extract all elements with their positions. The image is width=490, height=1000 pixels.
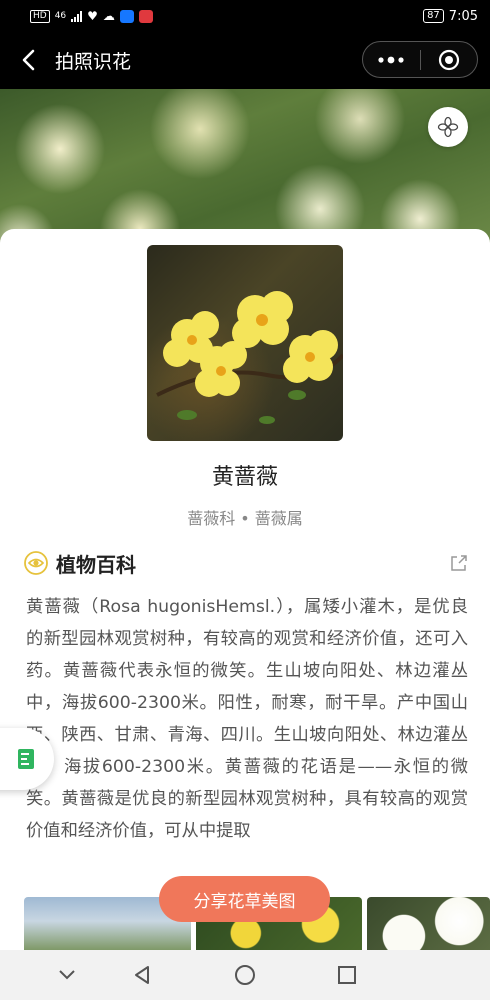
plant-family: 蔷薇科 • 蔷薇属 — [187, 509, 303, 528]
system-nav-bar — [0, 950, 490, 1000]
triangle-back-icon — [135, 966, 149, 984]
page-title: 拍照识花 — [55, 51, 132, 73]
eye-icon — [24, 551, 48, 575]
status-left: HD 46 ♥ ☁ — [30, 9, 153, 23]
flower-badge-button[interactable] — [428, 107, 468, 147]
encyclopedia-header: 植物百科 — [24, 547, 469, 579]
nav-bar: 拍照识花 — [0, 32, 490, 89]
recents-button[interactable] — [334, 962, 360, 988]
signal-icon — [71, 10, 83, 22]
share-flower-image-button[interactable]: 分享花草美图 — [159, 876, 330, 922]
content-card: 黄蔷薇 蔷薇科 • 蔷薇属 植物百科 黄蔷薇（Rosa hugonisHemsl… — [0, 229, 490, 950]
system-back-button[interactable] — [130, 962, 156, 988]
yellow-rose-image — [156, 291, 343, 424]
heart-icon: ♥ — [87, 9, 98, 23]
circle-home-icon — [235, 965, 255, 985]
app-icon — [138, 9, 153, 23]
plant-photo[interactable] — [147, 245, 343, 441]
collapse-button[interactable] — [54, 962, 80, 988]
plant-name: 黄蔷薇 — [211, 465, 278, 490]
home-button[interactable] — [232, 962, 258, 988]
close-mini-program-button[interactable] — [420, 42, 477, 77]
notes-icon — [18, 749, 34, 769]
hero-background — [0, 89, 490, 249]
more-button[interactable] — [363, 42, 420, 77]
plant-description: 黄蔷薇（Rosa hugonisHemsl.），属矮小灌木，是优良的新型园林观赏… — [26, 597, 468, 841]
gallery-photo-3[interactable] — [367, 897, 490, 950]
more-icon — [378, 56, 404, 63]
hd-badge: HD — [30, 9, 50, 23]
status-right: 87 7:05 — [423, 9, 478, 24]
share-icon[interactable] — [449, 553, 469, 573]
mini-program-capsule — [362, 41, 478, 78]
clock: 7:05 — [448, 8, 478, 24]
chevron-down-icon — [59, 970, 75, 980]
alipay-icon — [119, 9, 134, 23]
section-title: 植物百科 — [56, 552, 136, 577]
network-label: 46 — [54, 11, 67, 21]
battery-icon: 87 — [423, 9, 444, 23]
cloud-icon: ☁ — [102, 9, 115, 23]
back-icon[interactable] — [14, 46, 42, 74]
square-recents-icon — [338, 966, 356, 984]
flower-icon — [437, 116, 459, 138]
status-bar: HD 46 ♥ ☁ 87 7:05 — [0, 0, 490, 32]
target-icon — [438, 49, 459, 70]
